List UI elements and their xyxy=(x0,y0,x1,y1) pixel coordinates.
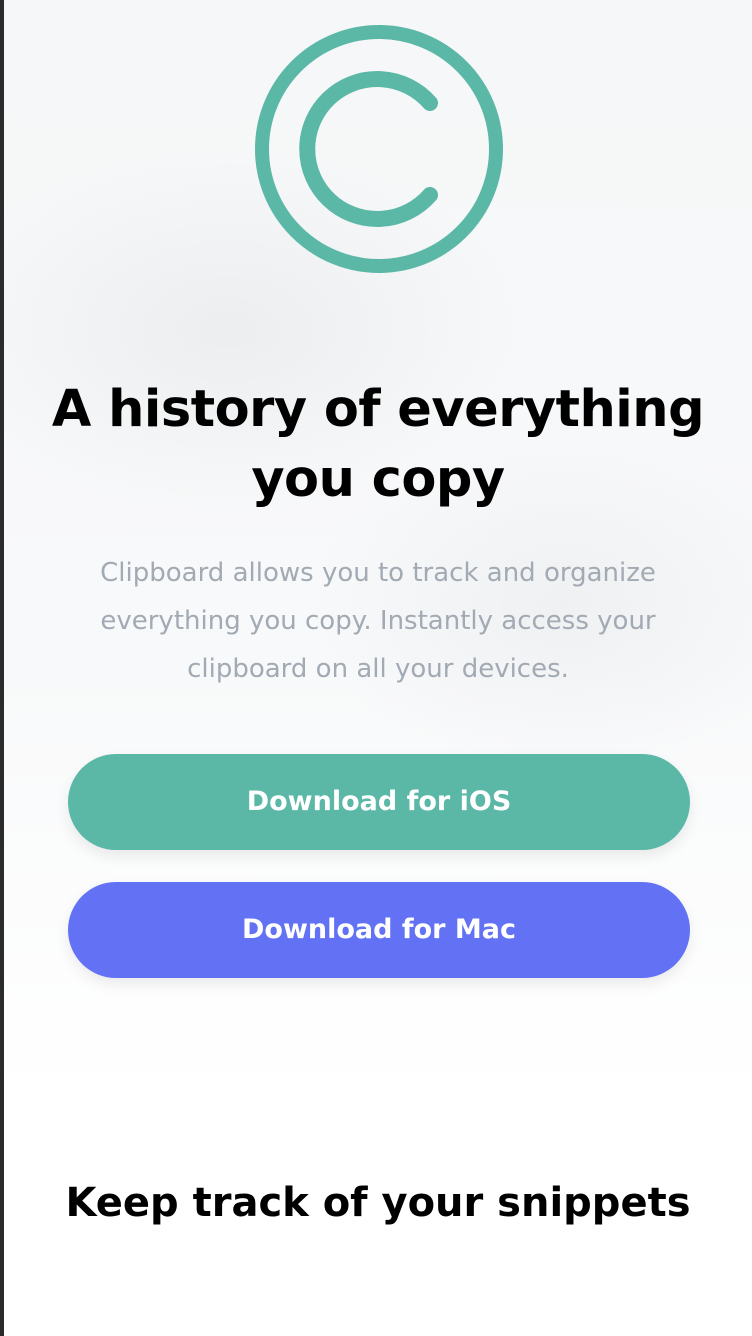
section-title: Keep track of your snippets xyxy=(65,1180,691,1226)
download-ios-button[interactable]: Download for iOS xyxy=(68,754,690,850)
copyright-c-icon xyxy=(255,25,503,273)
clipboard-logo xyxy=(255,25,503,273)
page: A history of everything you copy Clipboa… xyxy=(4,0,752,1336)
hero-description: Clipboard allows you to track and organi… xyxy=(100,558,656,684)
hero-title: A history of everything you copy xyxy=(51,380,705,509)
download-mac-button[interactable]: Download for Mac xyxy=(68,882,690,978)
